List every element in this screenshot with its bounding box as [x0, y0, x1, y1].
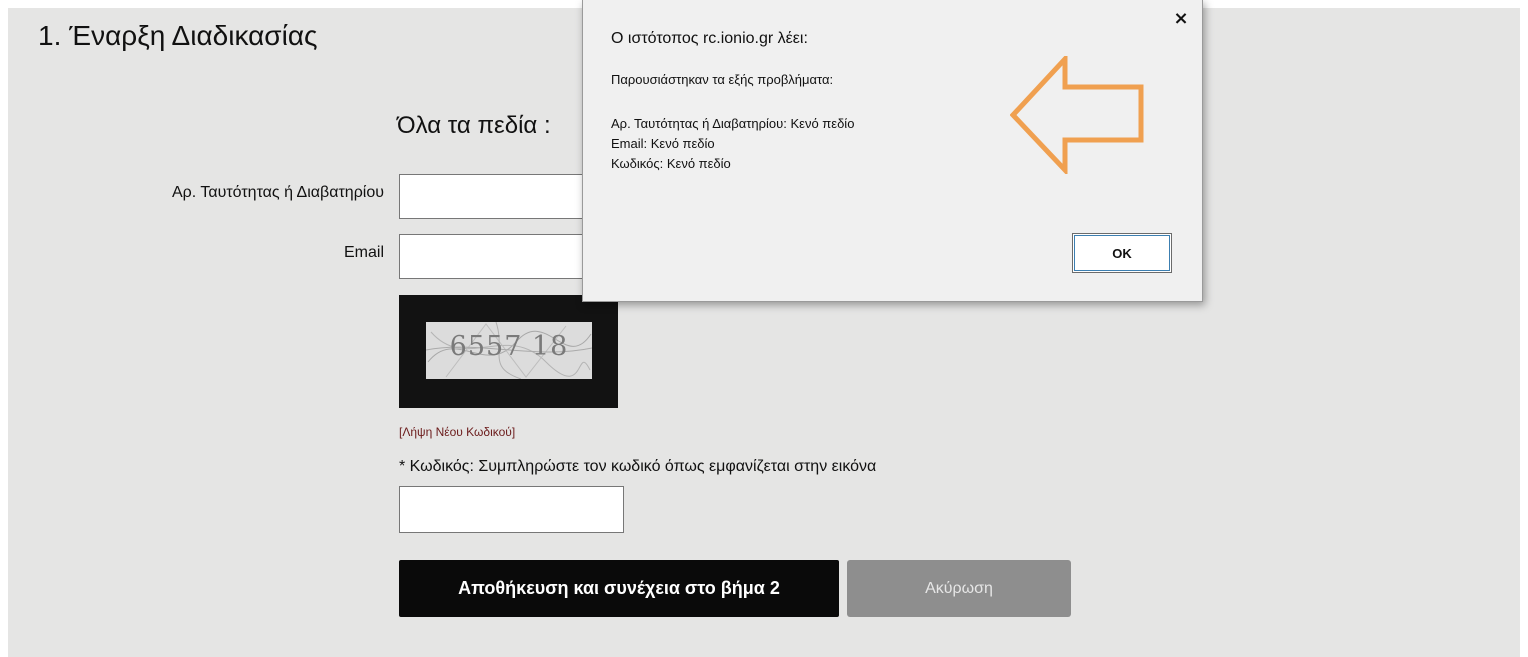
code-instruction: * Κωδικός: Συμπληρώστε τον κωδικό όπως ε…: [399, 458, 877, 475]
captcha-code: 6557 18: [449, 331, 569, 362]
captcha-code-input[interactable]: [399, 486, 624, 533]
close-icon[interactable]: ×: [1170, 8, 1192, 30]
left-arrow-icon: [1010, 56, 1144, 174]
dialog-error-id: Αρ. Ταυτότητας ή Διαβατηρίου: Κενό πεδίο: [611, 116, 855, 131]
dialog-title: Ο ιστότοπος rc.ionio.gr λέει:: [611, 30, 808, 47]
dialog-error-code: Κωδικός: Κενό πεδίο: [611, 156, 731, 171]
new-code-link[interactable]: [Λήψη Νέου Κωδικού]: [399, 425, 515, 439]
email-label: Email: [343, 244, 384, 261]
page-title: 1. Έναρξη Διαδικασίας: [38, 20, 318, 51]
ok-button[interactable]: OK: [1072, 233, 1172, 273]
email-input[interactable]: [399, 234, 599, 279]
id-number-label: Αρ. Ταυτότητας ή Διαβατηρίου: [171, 184, 384, 201]
dialog-error-email: Email: Κενό πεδίο: [611, 136, 715, 151]
captcha-box: 6557 18: [426, 322, 592, 379]
dialog-intro: Παρουσιάστηκαν τα εξής προβλήματα:: [611, 72, 834, 87]
captcha-image: 6557 18: [399, 295, 618, 408]
save-continue-button[interactable]: Αποθήκευση και συνέχεια στο βήμα 2: [399, 560, 839, 617]
id-number-input[interactable]: [399, 174, 599, 219]
required-fields-note: Όλα τα πεδία :: [397, 112, 551, 139]
cancel-button[interactable]: Ακύρωση: [847, 560, 1071, 617]
